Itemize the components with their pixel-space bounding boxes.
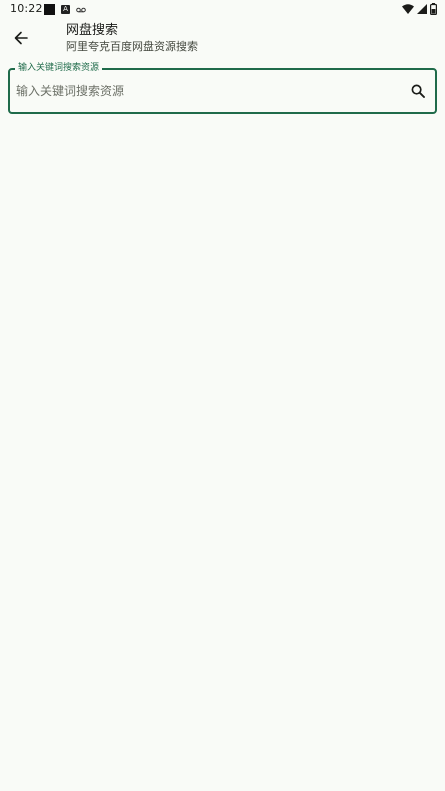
- wifi-icon: [402, 4, 414, 14]
- a-notification-icon: A: [61, 5, 70, 14]
- search-button[interactable]: [407, 80, 429, 102]
- voicemail-icon: [76, 7, 86, 12]
- status-notification-icons: A: [44, 4, 86, 15]
- page-title: 网盘搜索: [66, 23, 119, 38]
- back-button[interactable]: [8, 25, 34, 51]
- status-time: 10:22: [10, 2, 43, 15]
- search-field[interactable]: 输入关键词搜索资源: [8, 62, 437, 114]
- square-notification-icon: [44, 4, 55, 15]
- title-block: 网盘搜索 阿里夸克百度网盘资源搜索: [66, 23, 198, 54]
- cell-signal-icon: [417, 4, 427, 14]
- search-icon: [411, 84, 425, 98]
- status-system-icons: [402, 3, 437, 15]
- arrow-back-icon: [14, 31, 28, 45]
- results-area: [0, 120, 445, 791]
- status-bar: 10:22 A: [0, 0, 445, 20]
- battery-icon: [430, 3, 437, 15]
- app-bar: 网盘搜索 阿里夸克百度网盘资源搜索: [0, 20, 445, 58]
- search-input[interactable]: [16, 70, 401, 112]
- page-subtitle: 阿里夸克百度网盘资源搜索: [66, 40, 198, 53]
